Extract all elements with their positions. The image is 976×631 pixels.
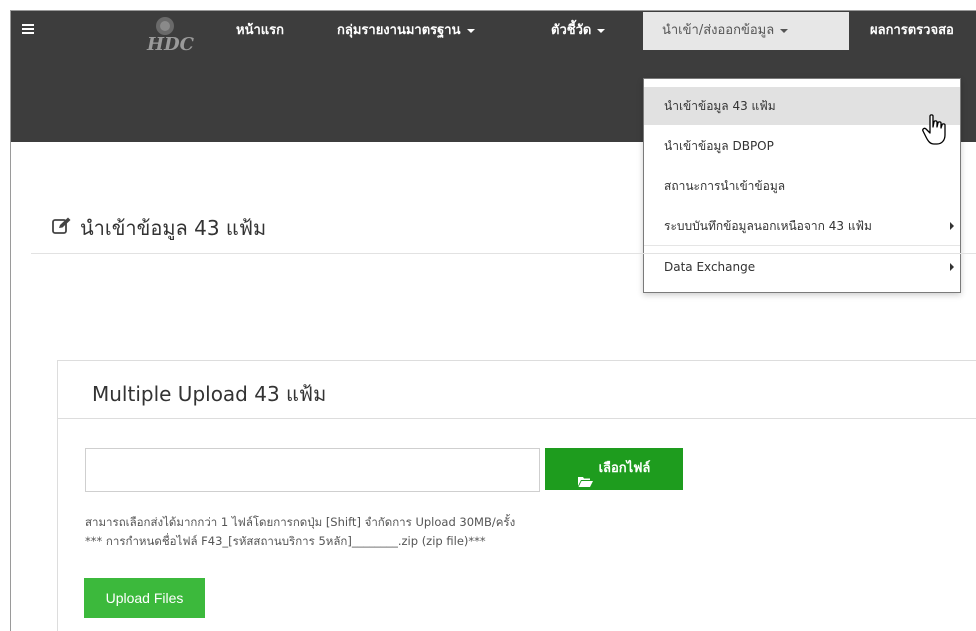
caret-down-icon <box>780 28 789 33</box>
dropdown-divider <box>644 245 960 246</box>
dropdown-item-label: นำเข้าข้อมูล DBPOP <box>664 139 774 153</box>
import-export-dropdown: นำเข้าข้อมูล 43 แฟ้ม นำเข้าข้อมูล DBPOP … <box>643 78 961 293</box>
dropdown-item-label: ระบบบันทึกข้อมูลนอกเหนือจาก 43 แฟ้ม <box>664 219 872 233</box>
nav-inspection-results-label: ผลการตรวจสอ <box>870 23 954 38</box>
upload-files-button[interactable]: Upload Files <box>84 578 205 618</box>
dropdown-item-label: Data Exchange <box>664 260 756 274</box>
dropdown-item-label: นำเข้าข้อมูล 43 แฟ้ม <box>664 99 776 113</box>
submenu-arrow-icon <box>950 222 954 230</box>
dropdown-item-import-status[interactable]: สถานะการนำเข้าข้อมูล <box>644 167 960 205</box>
hand-pointer-cursor-icon <box>922 113 948 147</box>
submenu-arrow-icon <box>950 263 954 271</box>
upload-panel-title: Multiple Upload 43 แฟ้ม <box>92 382 327 406</box>
dropdown-item-import-dbpop[interactable]: นำเข้าข้อมูล DBPOP <box>644 127 960 165</box>
file-path-input[interactable] <box>85 448 540 492</box>
hdc-logo[interactable]: HDC <box>143 14 199 56</box>
nav-import-export-label: นำเข้า/ส่งออกข้อมูล <box>662 23 775 38</box>
caret-down-icon <box>597 28 606 33</box>
hamburger-menu-icon[interactable] <box>22 24 34 35</box>
nav-inspection-results[interactable]: ผลการตรวจสอ <box>870 12 954 50</box>
nav-home[interactable]: หน้าแรก <box>236 12 284 50</box>
page-title: นำเข้าข้อมูล 43 แฟ้ม <box>80 216 267 240</box>
dropdown-item-label: สถานะการนำเข้าข้อมูล <box>664 179 786 193</box>
help-text-multiple-files: สามารถเลือกส่งได้มากกว่า 1 ไฟล์โดยการกดป… <box>85 515 516 529</box>
caret-down-icon <box>466 28 475 33</box>
choose-file-label: เลือกไฟล์ <box>598 461 651 476</box>
nav-indicators-label: ตัวชี้วัด <box>551 23 592 38</box>
choose-file-button[interactable]: เลือกไฟล์ <box>545 448 683 490</box>
dropdown-item-extra-data-system[interactable]: ระบบบันทึกข้อมูลนอกเหนือจาก 43 แฟ้ม <box>644 207 960 245</box>
help-text-filename-format: *** การกำหนดชื่อไฟล์ F43_[รหัสสถานบริการ… <box>85 534 486 548</box>
nav-home-label: หน้าแรก <box>236 23 284 38</box>
svg-text:HDC: HDC <box>146 34 195 55</box>
nav-indicators[interactable]: ตัวชี้วัด <box>551 12 606 50</box>
nav-import-export[interactable]: นำเข้า/ส่งออกข้อมูล <box>662 12 789 50</box>
folder-open-icon <box>577 463 593 487</box>
dropdown-item-import-43[interactable]: นำเข้าข้อมูล 43 แฟ้ม <box>644 87 960 125</box>
edit-icon <box>52 217 71 234</box>
nav-standard-reports[interactable]: กลุ่มรายงานมาตรฐาน <box>337 12 475 50</box>
nav-standard-reports-label: กลุ่มรายงานมาตรฐาน <box>337 23 461 38</box>
header-divider <box>31 253 976 254</box>
